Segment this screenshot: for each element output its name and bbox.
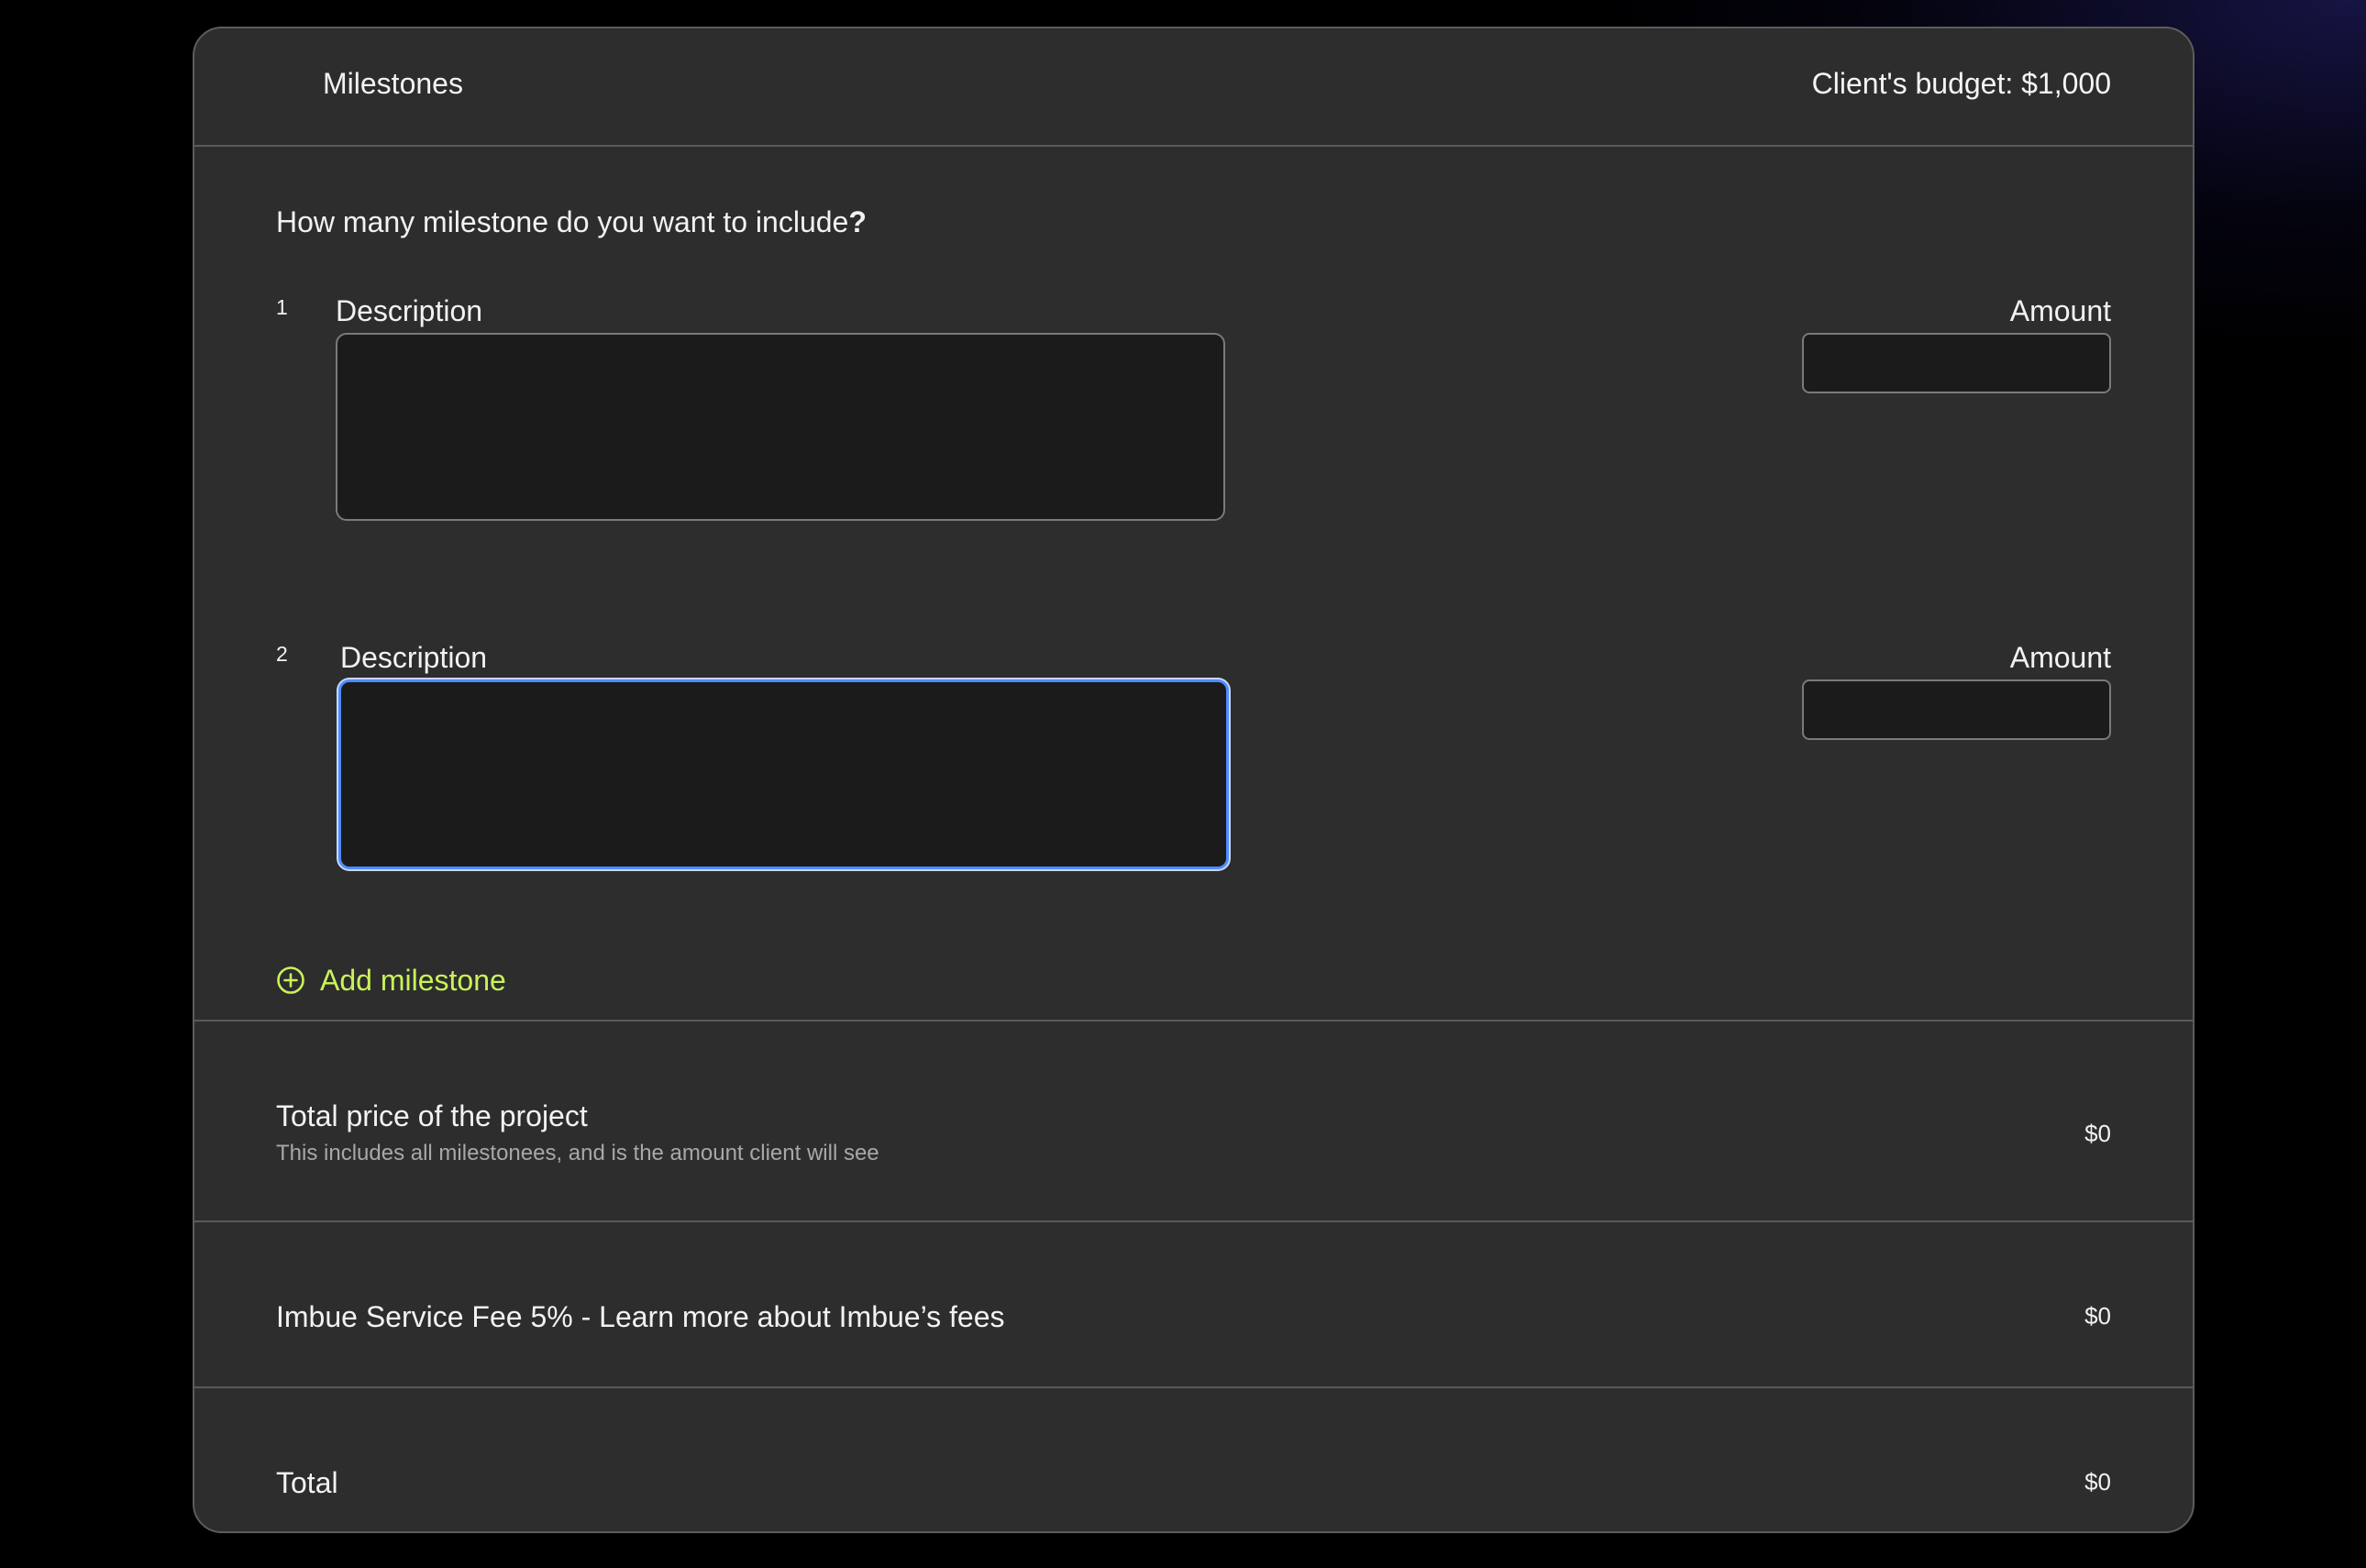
milestone-number: 2: [276, 642, 288, 666]
plus-circle-icon: [276, 966, 305, 995]
client-budget: Client's budget: $1,000: [1811, 67, 2111, 100]
section-divider: [194, 1386, 2193, 1388]
milestone-amount-input[interactable]: [1802, 333, 2111, 393]
milestone-amount-label: Amount: [2009, 294, 2111, 327]
milestone-description-label: Description: [340, 641, 488, 674]
total-title: Total: [276, 1466, 338, 1499]
total-value: $0: [2084, 1468, 2111, 1496]
milestone-amount-label: Amount: [2009, 641, 2111, 674]
question-text: How many milestone do you want to includ…: [276, 205, 849, 238]
add-milestone-button[interactable]: Add milestone: [276, 962, 506, 999]
milestone-description-input[interactable]: [336, 333, 1225, 521]
card-header: Milestones Client's budget: $1,000: [194, 28, 2193, 147]
milestone-number: 1: [276, 295, 288, 319]
total-price-subtitle: This includes all milestonees, and is th…: [276, 1141, 879, 1165]
question-mark: ?: [848, 205, 867, 238]
add-milestone-label: Add milestone: [320, 964, 506, 997]
milestone-count-question: How many milestone do you want to includ…: [276, 204, 867, 240]
section-divider: [194, 1220, 2193, 1222]
section-divider: [194, 1020, 2193, 1021]
card-title: Milestones: [323, 67, 463, 100]
milestone-amount-input[interactable]: [1802, 679, 2111, 740]
milestone-description-input[interactable]: [338, 679, 1229, 869]
service-fee-value: $0: [2084, 1302, 2111, 1330]
total-price-title: Total price of the project: [276, 1099, 588, 1132]
total-price-value: $0: [2084, 1120, 2111, 1147]
milestones-card: Milestones Client's budget: $1,000 How m…: [193, 27, 2195, 1533]
milestone-description-label: Description: [336, 294, 483, 327]
service-fee-link[interactable]: Imbue Service Fee 5% - Learn more about …: [276, 1298, 1004, 1335]
